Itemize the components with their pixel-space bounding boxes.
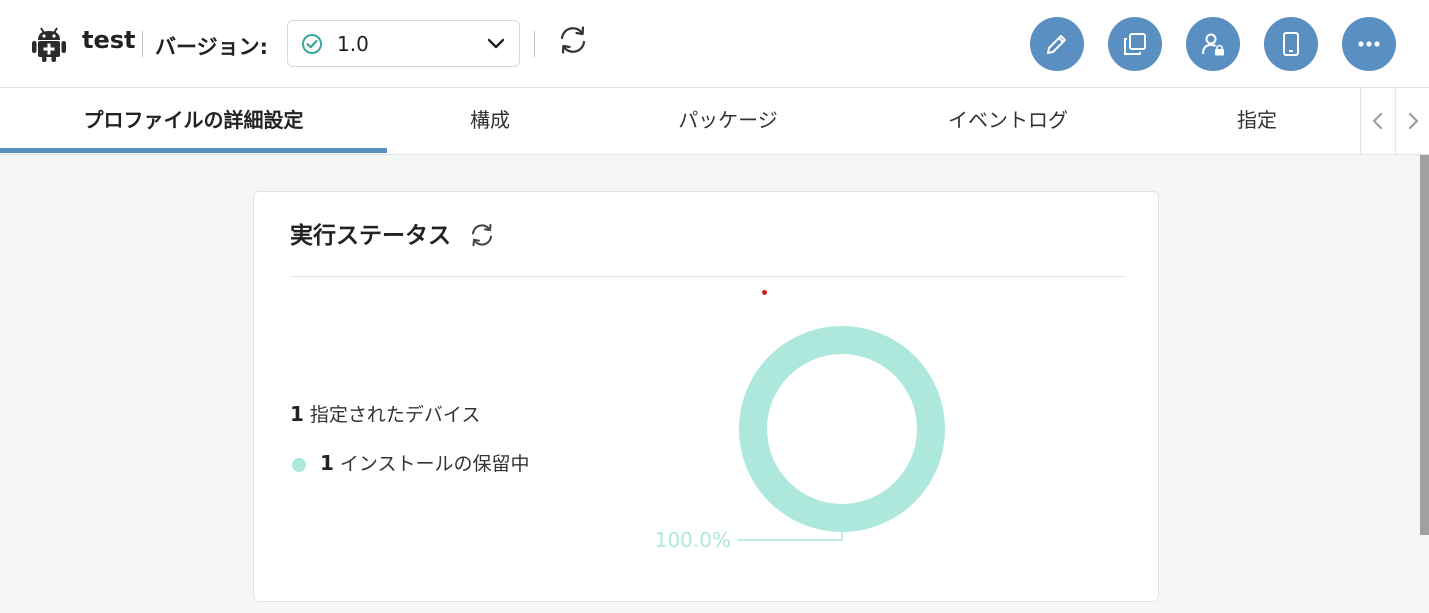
refresh-icon[interactable]: [469, 222, 495, 248]
tab-scroll-left-button[interactable]: [1360, 88, 1395, 154]
chevron-left-icon: [1372, 112, 1383, 130]
pending-install-legend[interactable]: 1 インストールの保留中: [290, 449, 530, 476]
chevron-right-icon: [1408, 112, 1419, 130]
tab-event-log[interactable]: イベントログ: [908, 88, 1108, 154]
tab-bar: プロファイルの詳細設定 構成 パッケージ イベントログ 指定: [0, 88, 1429, 155]
assigned-devices-stat: 1 指定されたデバイス: [290, 400, 480, 427]
android-icon: [32, 27, 66, 62]
donut-slice-0[interactable]: [739, 326, 945, 532]
user-lock-icon: [1202, 33, 1224, 56]
indicator-dot: [762, 290, 767, 295]
status-donut-chart: 100.0%: [655, 326, 945, 552]
top-header: test バージョン: 1.0: [0, 0, 1429, 88]
card-divider: [290, 276, 1124, 277]
assigned-count: 1: [290, 402, 304, 426]
donut-data-label: 100.0%: [655, 528, 731, 552]
data-label-leader-line: [737, 532, 843, 541]
tab-profile-details[interactable]: プロファイルの詳細設定: [0, 88, 387, 154]
divider: [534, 31, 535, 57]
version-value: 1.0: [337, 32, 369, 56]
copy-icon: [1124, 33, 1146, 55]
execution-status-card: 実行ステータス 1 指定されたデバイス 1 インストールの保留中 100.0%: [253, 191, 1159, 602]
pencil-icon: [1047, 35, 1066, 54]
tab-scroll-right-button[interactable]: [1395, 88, 1429, 154]
copy-button[interactable]: [1108, 17, 1162, 71]
tab-assignment[interactable]: 指定: [1200, 88, 1314, 154]
user-permissions-button[interactable]: [1186, 17, 1240, 71]
check-circle-icon: [302, 34, 322, 54]
legend-swatch: [292, 457, 306, 472]
tab-configuration[interactable]: 構成: [420, 88, 560, 154]
more-button[interactable]: [1342, 17, 1396, 71]
pending-count: 1: [320, 451, 334, 475]
card-title: 実行ステータス: [290, 223, 451, 249]
refresh-icon[interactable]: [557, 24, 589, 56]
vertical-scrollbar[interactable]: [1420, 155, 1429, 535]
version-select[interactable]: 1.0: [287, 20, 520, 67]
version-label: バージョン:: [155, 35, 268, 59]
phone-icon: [1283, 32, 1299, 56]
tab-packages[interactable]: パッケージ: [640, 88, 816, 154]
assigned-label: 指定されたデバイス: [309, 404, 481, 426]
active-tab-indicator: [0, 148, 387, 153]
pending-label: インストールの保留中: [339, 453, 530, 475]
device-button[interactable]: [1264, 17, 1318, 71]
divider: [142, 31, 143, 57]
edit-button[interactable]: [1030, 17, 1084, 71]
chevron-down-icon: [487, 38, 505, 49]
more-horizontal-icon: [1358, 41, 1380, 47]
app-name: test: [82, 26, 136, 54]
